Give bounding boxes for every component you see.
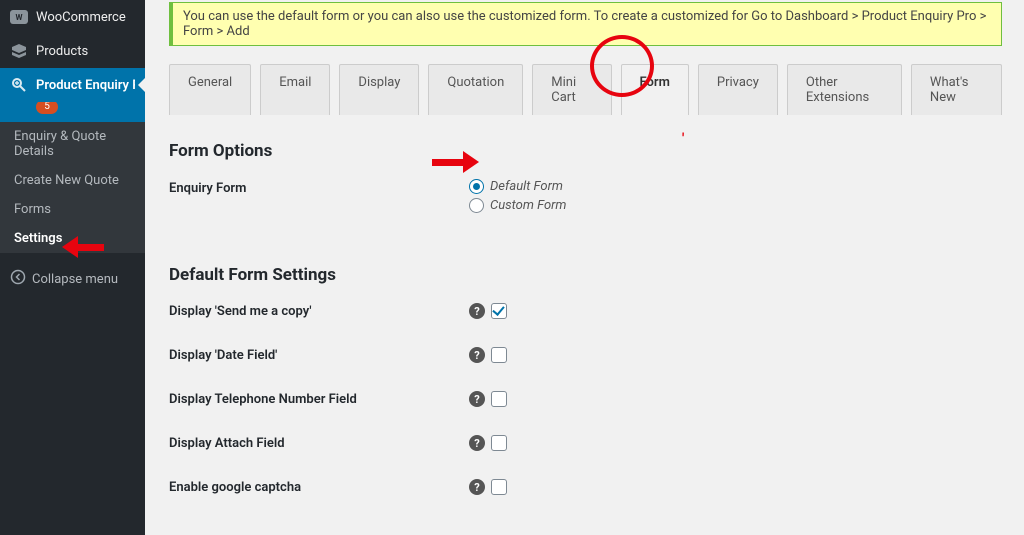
tab-email[interactable]: Email [260,64,330,115]
tab-general[interactable]: General [169,64,251,115]
label-telephone-field: Display Telephone Number Field [169,392,469,407]
help-icon[interactable]: ? [469,391,485,407]
main-content: You can use the default form or you can … [145,0,1024,535]
label-attach-field: Display Attach Field [169,436,469,451]
sidebar-sub-create-quote[interactable]: Create New Quote [0,166,145,195]
sidebar-label: Product Enquiry Pro [36,78,135,93]
sidebar-sub-forms[interactable]: Forms [0,195,145,224]
checkbox-attach-field[interactable] [491,435,507,451]
sidebar-sub-enquiry-details[interactable]: Enquiry & Quote Details [0,122,145,166]
checkbox-date-field[interactable] [491,347,507,363]
radio-default-form-row[interactable]: Default Form [469,179,1002,194]
row-enquiry-form: Enquiry Form Default Form Custom Form [169,179,1002,217]
tab-other-extensions[interactable]: Other Extensions [787,64,902,115]
checkbox-send-copy[interactable] [491,303,507,319]
tab-form[interactable]: Form [621,64,689,115]
products-icon [10,42,28,60]
annotation-mark: ' [682,131,684,147]
info-notice: You can use the default form or you can … [169,2,1002,46]
row-google-captcha: Enable google captcha ? [169,479,1002,495]
heading-form-options: Form Options [169,141,1002,161]
radio-custom-form[interactable] [469,198,484,213]
collapse-menu-button[interactable]: Collapse menu [0,261,145,297]
row-date-field: Display 'Date Field' ? [169,347,1002,363]
checkbox-telephone-field[interactable] [491,391,507,407]
radio-custom-form-row[interactable]: Custom Form [469,198,1002,213]
settings-tabs: General Email Display Quotation Mini Car… [169,64,1002,115]
row-telephone-field: Display Telephone Number Field ? [169,391,1002,407]
tab-display[interactable]: Display [339,64,419,115]
label-captcha: Enable google captcha [169,480,469,495]
sidebar-label: WooCommerce [36,10,126,25]
help-icon[interactable]: ? [469,303,485,319]
tab-whats-new[interactable]: What's New [911,64,1002,115]
pep-icon [10,76,28,94]
woocommerce-icon: W [10,8,28,26]
admin-screen: W WooCommerce Products Product Enquiry P… [0,0,1024,535]
notification-badge: 5 [36,100,58,114]
row-send-copy: Display 'Send me a copy' ? [169,303,1002,319]
svg-text:W: W [16,13,23,22]
sidebar-sub-settings[interactable]: Settings [0,224,145,253]
radio-label: Default Form [490,179,563,194]
help-icon[interactable]: ? [469,435,485,451]
collapse-label: Collapse menu [32,272,118,287]
row-attach-field: Display Attach Field ? [169,435,1002,451]
help-icon[interactable]: ? [469,347,485,363]
radio-default-form[interactable] [469,179,484,194]
tab-mini-cart[interactable]: Mini Cart [532,64,611,115]
radio-label: Custom Form [490,198,566,213]
sidebar-item-product-enquiry-pro[interactable]: Product Enquiry Pro [0,68,145,102]
label-date-field: Display 'Date Field' [169,348,469,363]
heading-default-form-settings: Default Form Settings [169,265,1002,285]
admin-sidebar: W WooCommerce Products Product Enquiry P… [0,0,145,535]
help-icon[interactable]: ? [469,479,485,495]
tab-quotation[interactable]: Quotation [428,64,523,115]
checkbox-captcha[interactable] [491,479,507,495]
label-send-copy: Display 'Send me a copy' [169,304,469,319]
tab-privacy[interactable]: Privacy [698,64,778,115]
collapse-icon [10,269,26,289]
sidebar-item-woocommerce[interactable]: W WooCommerce [0,0,145,34]
sidebar-label: Products [36,44,88,59]
label-enquiry-form: Enquiry Form [169,179,469,196]
sidebar-item-products[interactable]: Products [0,34,145,68]
